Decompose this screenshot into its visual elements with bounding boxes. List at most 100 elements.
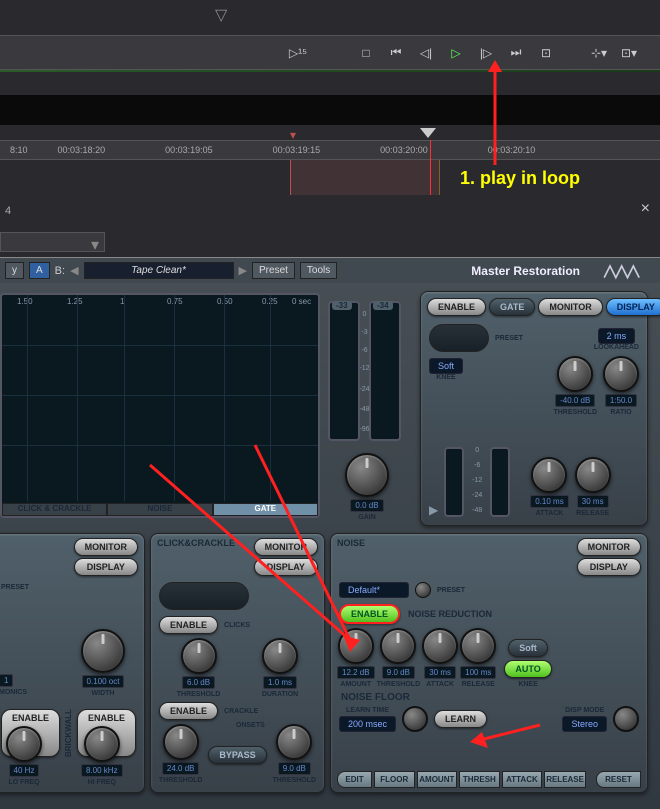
- gate-threshold-label: THRESHOLD: [553, 409, 597, 416]
- learn-time-value[interactable]: 200 msec: [339, 716, 396, 732]
- tools1-button[interactable]: ⊹▾: [588, 42, 610, 64]
- timeline-selection[interactable]: [290, 160, 440, 195]
- header-y-button[interactable]: y: [5, 262, 24, 279]
- rewind-button[interactable]: ⏮: [385, 42, 407, 64]
- noise-module: NOISE MONITOR DISPLAY Default* PRESET EN…: [330, 533, 648, 793]
- loop-button[interactable]: ⊡: [535, 42, 557, 64]
- noise-release-value: 100 ms: [460, 666, 496, 679]
- gate-release-value: 30 ms: [577, 495, 609, 508]
- gate-threshold-knob[interactable]: [557, 356, 593, 392]
- bypass-button[interactable]: BYPASS: [208, 746, 266, 764]
- play15-button[interactable]: ▷¹⁵: [287, 42, 309, 64]
- noise-preset-knob[interactable]: [415, 582, 431, 598]
- crackle-threshold-knob[interactable]: [163, 724, 199, 760]
- crackle-title: CRACKLE: [224, 708, 258, 715]
- gate-ratio-value: 1:50.0: [605, 394, 637, 407]
- gate-preset-slider[interactable]: [429, 324, 489, 352]
- close-icon[interactable]: ×: [641, 200, 650, 218]
- disp-mode-value[interactable]: Stereo: [562, 716, 607, 732]
- gate-knee-label: KNEE: [429, 374, 463, 381]
- tools2-button[interactable]: ⊡▾: [618, 42, 640, 64]
- noise-auto-button[interactable]: AUTO: [504, 660, 551, 678]
- tab-thresh[interactable]: THRESH: [459, 771, 500, 788]
- noise-threshold-value: 9.0 dB: [382, 666, 415, 679]
- tab-amount[interactable]: AMOUNT: [417, 771, 458, 788]
- spectrum-tick: 1.50: [17, 297, 33, 306]
- gate-ratio-knob[interactable]: [603, 356, 639, 392]
- spectrum-tab-click[interactable]: CLICK & CRACKLE: [2, 503, 107, 516]
- preset-name-display[interactable]: Tape Clean*: [84, 262, 234, 279]
- harmonics-width-value: 0.100 oct: [82, 675, 125, 688]
- plugin-header: y A B: ◀ Tape Clean* ▶ Preset Tools Mast…: [0, 258, 660, 283]
- preset-button[interactable]: Preset: [252, 262, 295, 279]
- harmonics-width-knob[interactable]: [81, 629, 125, 673]
- meter-tick: -24: [359, 386, 369, 393]
- meter-tick: 0: [363, 311, 367, 318]
- loop-marker-icon: ▽: [215, 5, 227, 25]
- crackle-enable-button[interactable]: ENABLE: [159, 702, 218, 720]
- timeline-tick: 00:03:19:15: [273, 145, 321, 155]
- gate-monitor-button[interactable]: MONITOR: [538, 298, 602, 316]
- crackle-threshold-label: THRESHOLD: [159, 777, 203, 784]
- reset-button[interactable]: RESET: [596, 771, 641, 788]
- noise-release-knob[interactable]: [460, 628, 496, 664]
- edit-button[interactable]: EDIT: [337, 771, 372, 788]
- gate-knee-value[interactable]: Soft: [429, 358, 463, 374]
- disp-mode-knob[interactable]: [613, 706, 639, 732]
- tab-label[interactable]: 4: [5, 205, 11, 217]
- meter-tick: 0: [475, 447, 479, 454]
- tab-attack[interactable]: ATTACK: [502, 771, 543, 788]
- preset-dropdown[interactable]: ▾: [0, 232, 105, 252]
- noise-reduction-title: NOISE REDUCTION: [408, 609, 492, 619]
- noise-knee-value[interactable]: Soft: [508, 639, 548, 657]
- noise-preset-label: PRESET: [437, 587, 465, 594]
- tab-floor[interactable]: FLOOR: [374, 771, 415, 788]
- noise-display-button[interactable]: DISPLAY: [577, 558, 641, 576]
- stop-button[interactable]: □: [355, 42, 377, 64]
- gate-attack-knob[interactable]: [531, 457, 567, 493]
- hifreq-knob[interactable]: [84, 726, 120, 762]
- timeline-tick: 00:03:20:00: [380, 145, 428, 155]
- lofreq-label: LO FREQ: [8, 779, 39, 786]
- meter-tick: -12: [472, 477, 482, 484]
- onsets-threshold-knob[interactable]: [276, 724, 312, 760]
- harmonics-monitor-button[interactable]: MONITOR: [74, 538, 138, 556]
- harmonics-display-button[interactable]: DISPLAY: [74, 558, 138, 576]
- gate-release-label: RELEASE: [576, 510, 609, 517]
- gate-lookahead-value[interactable]: 2 ms: [598, 328, 636, 344]
- noise-attack-knob[interactable]: [422, 628, 458, 664]
- tools-button[interactable]: Tools: [300, 262, 337, 279]
- noise-floor-title: NOISE FLOOR: [341, 692, 410, 703]
- tab-release[interactable]: RELEASE: [544, 771, 586, 788]
- header-a-button[interactable]: A: [29, 262, 50, 279]
- onsets-threshold-value: 9.0 dB: [278, 762, 311, 775]
- gate-enable-button[interactable]: ENABLE: [427, 298, 486, 316]
- meter-left-header: -33: [332, 301, 352, 310]
- prev-button[interactable]: ◁|: [415, 42, 437, 64]
- noise-threshold-label: THRESHOLD: [377, 681, 421, 688]
- clicks-duration-label: DURATION: [262, 691, 298, 698]
- noise-monitor-button[interactable]: MONITOR: [577, 538, 641, 556]
- noise-threshold-knob[interactable]: [380, 628, 416, 664]
- meter-tick: -48: [359, 406, 369, 413]
- learn-time-label: LEARN TIME: [339, 707, 396, 714]
- playhead-marker-icon: [420, 128, 436, 138]
- gate-display-button[interactable]: DISPLAY: [606, 298, 660, 316]
- gate-preset-label: PRESET: [495, 335, 523, 342]
- learn-time-knob[interactable]: [402, 706, 428, 732]
- gate-release-knob[interactable]: [575, 457, 611, 493]
- spectrum-tick: 1.25: [67, 297, 83, 306]
- meter-tick: -3: [361, 329, 367, 336]
- noise-knee-label: KNEE: [518, 681, 537, 688]
- meter-tick: -6: [474, 462, 480, 469]
- transport-bar: ▷¹⁵ □ ⏮ ◁| ▷ |▷ ⏭ ⊡ ⊹▾ ⊡▾: [0, 35, 660, 70]
- meter-right-header: -34: [373, 301, 393, 310]
- clicks-threshold-value: 6.0 dB: [182, 676, 215, 689]
- clicks-duration-value: 1.0 ms: [263, 676, 297, 689]
- lofreq-value: 40 Hz: [9, 764, 40, 777]
- lofreq-knob[interactable]: [6, 726, 42, 762]
- play-button[interactable]: ▷: [445, 42, 467, 64]
- timeline-tick: 00:03:18:20: [58, 145, 106, 155]
- timeline-ruler[interactable]: 8:10 00:03:18:20 00:03:19:05 00:03:19:15…: [0, 140, 660, 160]
- arrow-2-4: [145, 440, 375, 660]
